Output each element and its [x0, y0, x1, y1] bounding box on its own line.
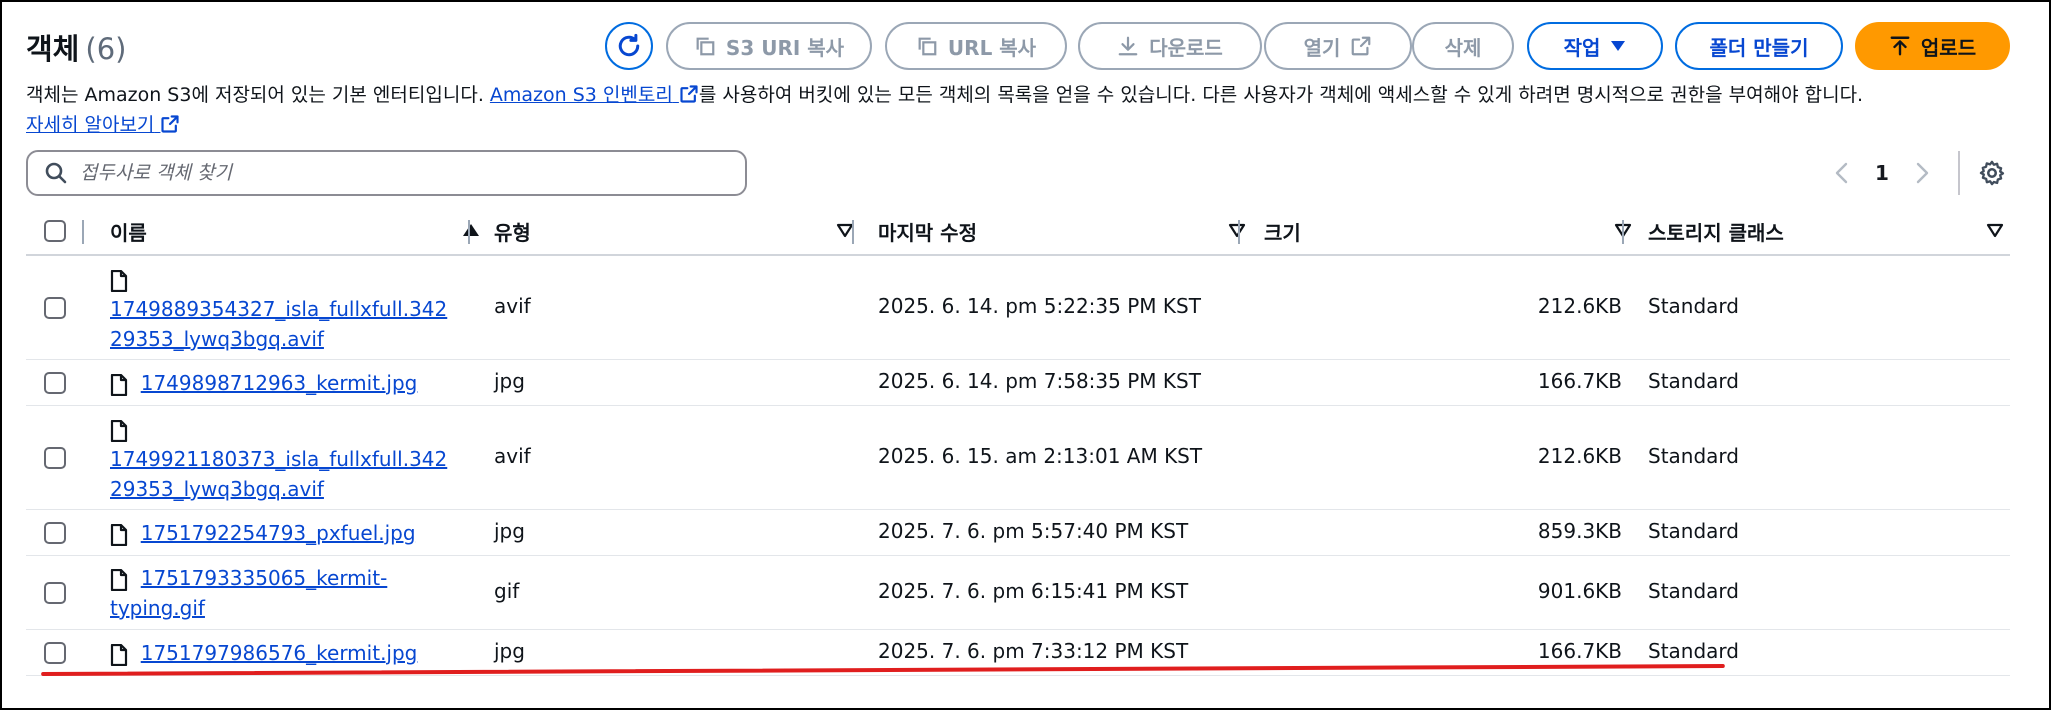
pagination: 1: [1822, 151, 2010, 195]
page-number[interactable]: 1: [1862, 161, 1902, 185]
annotation-underline: [41, 664, 1725, 676]
prev-page-button[interactable]: [1822, 155, 1862, 191]
preferences-button[interactable]: [1974, 155, 2010, 191]
next-page-button[interactable]: [1902, 155, 1942, 191]
upload-label: 업로드: [1920, 35, 1977, 60]
chevron-left-icon: [1835, 162, 1848, 184]
sort-icon: [1986, 223, 2004, 238]
gear-icon: [1979, 160, 2005, 186]
upload-icon: [1890, 36, 1910, 56]
pagination-divider: [1958, 151, 1960, 195]
upload-button[interactable]: 업로드: [1855, 22, 2010, 70]
chevron-right-icon: [1916, 162, 1929, 184]
